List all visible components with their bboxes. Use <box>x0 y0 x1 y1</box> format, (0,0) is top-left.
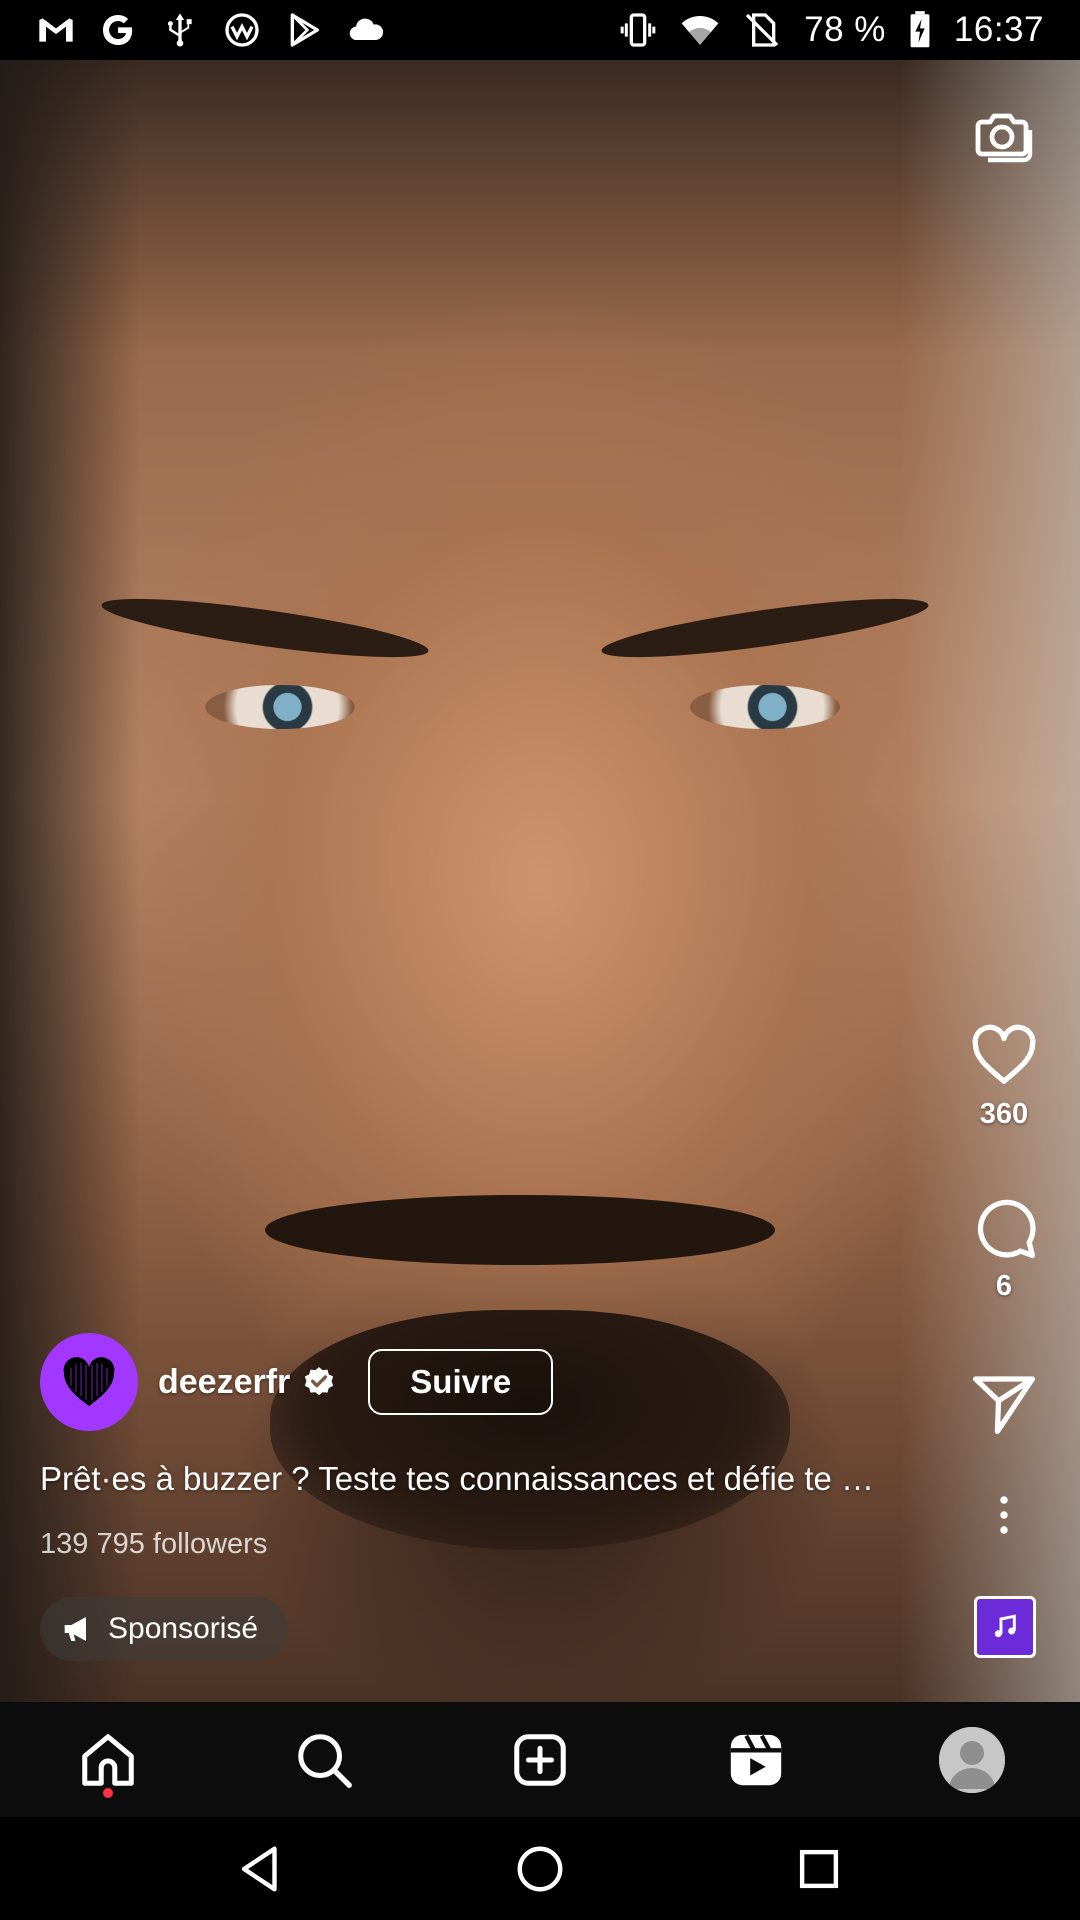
share-action[interactable] <box>964 1368 1044 1438</box>
back-triangle-icon <box>241 1846 277 1891</box>
nav-search[interactable] <box>284 1720 364 1800</box>
battery-charging-icon <box>908 10 932 50</box>
like-action[interactable]: 360 <box>964 1020 1044 1131</box>
more-vertical-icon <box>1000 1496 1008 1534</box>
search-icon <box>298 1733 352 1788</box>
system-recents-button[interactable] <box>787 1837 851 1901</box>
wifi-icon <box>680 10 720 50</box>
more-options-button[interactable] <box>964 1490 1044 1540</box>
add-post-icon <box>514 1733 566 1786</box>
reels-icon <box>730 1734 782 1785</box>
battery-percent: 78 % <box>804 10 886 49</box>
nav-profile[interactable] <box>932 1720 1012 1800</box>
vpn-icon <box>222 10 262 50</box>
cloud-icon <box>346 10 386 50</box>
usb-icon <box>160 10 200 50</box>
sponsored-label: Sponsorisé <box>108 1612 259 1645</box>
like-count: 360 <box>979 1098 1029 1130</box>
post-caption[interactable]: Prêt·es à buzzer ? Teste tes connaissanc… <box>40 1460 940 1498</box>
gmail-icon <box>36 10 76 50</box>
verified-badge-icon <box>302 1365 336 1399</box>
system-home-button[interactable] <box>508 1837 572 1901</box>
google-icon <box>98 10 138 50</box>
video-shadow-left <box>0 60 140 1702</box>
face-mustache <box>265 1195 775 1265</box>
audio-thumbnail[interactable] <box>974 1596 1036 1658</box>
nav-reels[interactable] <box>716 1720 796 1800</box>
send-icon <box>972 1376 1036 1435</box>
camera-button[interactable] <box>970 102 1034 166</box>
follow-button[interactable]: Suivre <box>368 1349 554 1415</box>
status-right-icons: 78 % 16:37 <box>618 10 1044 50</box>
recents-square-icon <box>799 1849 839 1888</box>
default-user-icon <box>939 1726 1005 1793</box>
nav-home[interactable] <box>68 1720 148 1800</box>
system-back-button[interactable] <box>229 1837 293 1901</box>
profile-avatar <box>939 1726 1005 1793</box>
face-eye-right <box>690 685 840 729</box>
account-avatar[interactable] <box>40 1333 138 1431</box>
status-bar: 78 % 16:37 <box>0 0 1080 60</box>
account-username[interactable]: deezerfr <box>158 1363 290 1402</box>
bottom-navigation <box>0 1702 1080 1817</box>
system-navigation-bar <box>0 1817 1080 1920</box>
nav-create[interactable] <box>500 1720 580 1800</box>
follower-count: 139 795 followers <box>40 1528 268 1560</box>
heart-icon <box>972 1024 1036 1084</box>
camera-icon <box>975 113 1033 163</box>
no-sim-icon <box>742 10 782 50</box>
vibrate-icon <box>618 10 658 50</box>
home-circle-icon <box>517 1846 563 1891</box>
clock: 16:37 <box>953 10 1044 49</box>
reels-screen: 78 % 16:37 360 6 deezerfr Suivre Prêt·es… <box>0 0 1080 1920</box>
sponsored-badge[interactable]: Sponsorisé <box>40 1597 289 1661</box>
comment-icon <box>977 1199 1036 1259</box>
home-icon <box>82 1733 134 1786</box>
home-notification-dot <box>103 1787 113 1798</box>
reel-video[interactable] <box>0 60 1080 1702</box>
status-left-icons <box>36 10 386 50</box>
deezer-heart-logo-icon <box>63 1357 115 1406</box>
megaphone-icon <box>64 1617 86 1641</box>
video-highlight-right <box>900 60 1080 1702</box>
account-row: deezerfr Suivre <box>40 1333 554 1431</box>
face-eye-left <box>205 685 355 729</box>
comment-action[interactable]: 6 <box>964 1192 1044 1303</box>
comment-count: 6 <box>995 1270 1013 1302</box>
play-store-icon <box>284 10 324 50</box>
music-note-icon <box>994 1614 1016 1638</box>
